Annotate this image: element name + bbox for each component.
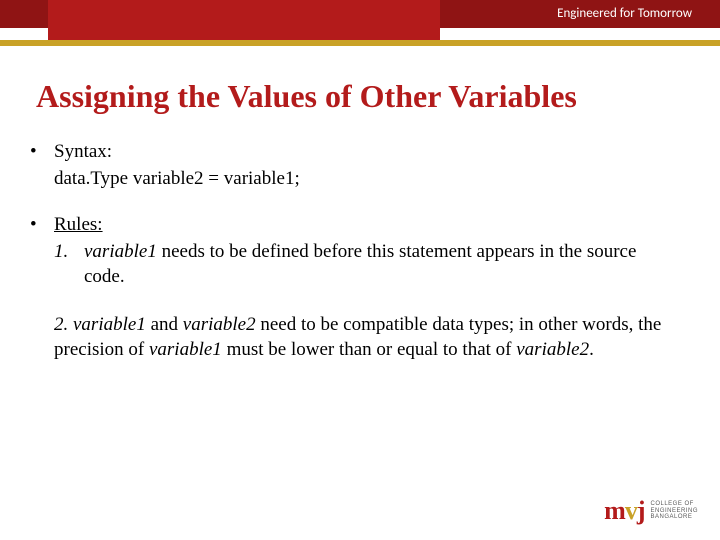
rule-1-body: variable1 needs to be defined before thi… <box>84 240 690 289</box>
rule-1-number: 1. <box>54 240 84 289</box>
footer-logo: mvj COLLEGE OF ENGINEERING BANGALORE <box>604 496 698 526</box>
logo-line2: ENGINEERING <box>650 508 698 515</box>
rules-label: Rules: <box>54 213 103 238</box>
slide-content: • Syntax: data.Type variable2 = variable… <box>30 140 690 363</box>
syntax-bullet: • Syntax: <box>30 140 690 165</box>
header-tagline: Engineered for Tomorrow <box>557 6 692 21</box>
logo-mark: mvj <box>604 496 644 526</box>
logo-j: j <box>637 496 645 525</box>
bullet-dot: • <box>30 140 54 165</box>
logo-v: v <box>625 496 637 525</box>
header-tab <box>48 0 440 40</box>
rule-2-t1: and <box>146 314 183 335</box>
rule-2-var4: variable2 <box>516 339 589 360</box>
rule-2-var1: variable1 <box>73 314 146 335</box>
rule-2-var3: variable1 <box>149 339 222 360</box>
bullet-dot: • <box>30 213 54 238</box>
rule-2-var2: variable2 <box>183 314 256 335</box>
rule-2-t4: . <box>589 339 594 360</box>
logo-m: m <box>604 496 625 525</box>
logo-text: COLLEGE OF ENGINEERING BANGALORE <box>650 501 698 521</box>
rule-1-text: needs to be defined before this statemen… <box>84 241 636 287</box>
rule-1: 1. variable1 needs to be defined before … <box>54 240 690 289</box>
rule-2-num: 2. <box>54 314 73 335</box>
slide-title: Assigning the Values of Other Variables <box>36 78 696 115</box>
rule-2-t3: must be lower than or equal to that of <box>222 339 516 360</box>
rule-2: 2. variable1 and variable2 need to be co… <box>54 313 690 362</box>
header-gold-stripe <box>0 40 720 46</box>
logo-line3: BANGALORE <box>650 514 698 521</box>
syntax-label: Syntax: <box>54 140 112 165</box>
rules-bullet: • Rules: <box>30 213 690 238</box>
rule-1-var: variable1 <box>84 241 157 262</box>
syntax-line: data.Type variable2 = variable1; <box>54 167 690 192</box>
logo-line1: COLLEGE OF <box>650 501 698 508</box>
